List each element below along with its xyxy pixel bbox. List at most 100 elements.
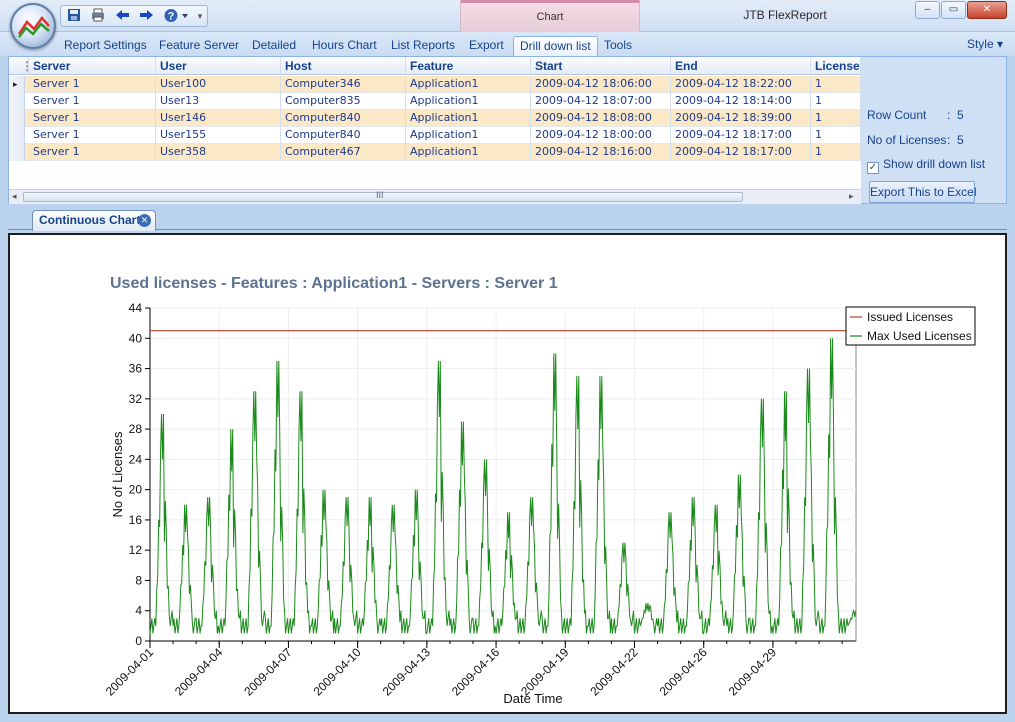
cell-start[interactable]: 2009-04-12 18:07:00 bbox=[531, 93, 671, 110]
tab-tools[interactable]: Tools bbox=[598, 36, 638, 56]
cell-feature[interactable]: Application1 bbox=[406, 110, 531, 127]
help-icon[interactable]: ? bbox=[163, 8, 191, 25]
show-drill-down-checkbox[interactable]: ✓ bbox=[867, 162, 879, 174]
title-bar: ? ▾ Chart JTB FlexReport – ▭ ✕ bbox=[0, 0, 1015, 32]
cell-start[interactable]: 2009-04-12 18:16:00 bbox=[531, 144, 671, 161]
maximize-button[interactable]: ▭ bbox=[941, 1, 966, 19]
row-selector[interactable] bbox=[9, 110, 25, 127]
tab-drill-down-list[interactable]: Drill down list bbox=[513, 36, 598, 56]
style-menu[interactable]: Style ▾ bbox=[967, 37, 1003, 51]
cell-license[interactable]: 1 bbox=[811, 127, 861, 144]
row-selector[interactable] bbox=[9, 127, 25, 144]
cell-license[interactable]: 1 bbox=[811, 76, 861, 93]
cell-start[interactable]: 2009-04-12 18:00:00 bbox=[531, 127, 671, 144]
tab-hours-chart[interactable]: Hours Chart bbox=[306, 36, 383, 56]
row-selector[interactable] bbox=[9, 93, 25, 110]
cell-start[interactable]: 2009-04-12 18:06:00 bbox=[531, 76, 671, 93]
scroll-left-icon[interactable]: ◂ bbox=[12, 191, 17, 202]
x-tick-label: 2009-04-10 bbox=[310, 645, 364, 699]
drill-down-panel: ⋮ Server User Host Feature Start End Lic… bbox=[8, 56, 1007, 204]
table-row[interactable]: Server 1 User358 Computer467 Application1 20… bbox=[9, 144, 861, 161]
license-count-label: No of Licenses bbox=[867, 133, 947, 147]
cell-license[interactable]: 1 bbox=[811, 110, 861, 127]
y-axis-label: No of Licenses bbox=[110, 431, 125, 517]
save-icon[interactable] bbox=[65, 8, 83, 25]
tab-continuous-chart-label: Continuous Chart bbox=[39, 213, 141, 227]
cell-license[interactable]: 1 bbox=[811, 93, 861, 110]
app-menu-button[interactable] bbox=[10, 3, 56, 49]
cell-end[interactable]: 2009-04-12 18:17:00 bbox=[671, 144, 811, 161]
cell-end[interactable]: 2009-04-12 18:14:00 bbox=[671, 93, 811, 110]
window-title: JTB FlexReport bbox=[743, 8, 827, 22]
cell-host[interactable]: Computer835 bbox=[281, 93, 406, 110]
cell-host[interactable]: Computer467 bbox=[281, 144, 406, 161]
cell-host[interactable]: Computer346 bbox=[281, 76, 406, 93]
table-row[interactable]: Server 1 User146 Computer840 Application1 20… bbox=[9, 110, 861, 127]
customize-icon[interactable]: ▾ bbox=[195, 8, 205, 25]
close-button[interactable]: ✕ bbox=[967, 1, 1007, 19]
cell-user[interactable]: User100 bbox=[156, 76, 281, 93]
column-header-host[interactable]: Host bbox=[281, 57, 406, 75]
show-drill-down-option[interactable]: ✓ Show drill down list bbox=[867, 157, 985, 174]
column-header-end[interactable]: End bbox=[671, 57, 811, 75]
tab-export[interactable]: Export bbox=[463, 36, 510, 56]
tab-continuous-chart[interactable]: Continuous Chart ✕ bbox=[32, 210, 156, 231]
row-selector[interactable]: ▸ bbox=[9, 76, 25, 93]
license-usage-chart: Used licenses - Features : Application1 … bbox=[103, 275, 976, 706]
tab-detailed[interactable]: Detailed bbox=[246, 36, 302, 56]
cell-host[interactable]: Computer840 bbox=[281, 110, 406, 127]
summary-panel: Row Count : 5 No of Licenses : 5 ✓ Show d… bbox=[867, 57, 1007, 203]
column-header-feature[interactable]: Feature bbox=[406, 57, 531, 75]
cell-feature[interactable]: Application1 bbox=[406, 76, 531, 93]
grid-horizontal-scrollbar[interactable]: ◂ III ▸ bbox=[9, 189, 861, 204]
cell-license[interactable]: 1 bbox=[811, 144, 861, 161]
cell-end[interactable]: 2009-04-12 18:22:00 bbox=[671, 76, 811, 93]
scrollbar-thumb[interactable]: III bbox=[23, 190, 743, 202]
y-tick-label: 0 bbox=[135, 634, 142, 648]
scroll-right-icon[interactable]: ▸ bbox=[849, 191, 854, 202]
back-arrow-icon[interactable] bbox=[113, 8, 131, 25]
cell-end[interactable]: 2009-04-12 18:39:00 bbox=[671, 110, 811, 127]
cell-start[interactable]: 2009-04-12 18:08:00 bbox=[531, 110, 671, 127]
close-tab-icon[interactable]: ✕ bbox=[138, 214, 151, 227]
row-selector[interactable] bbox=[9, 144, 25, 161]
tab-report-settings[interactable]: Report Settings bbox=[58, 36, 153, 56]
print-icon[interactable] bbox=[89, 8, 107, 25]
column-header-user[interactable]: User bbox=[156, 57, 281, 75]
tab-list-reports[interactable]: List Reports bbox=[385, 36, 461, 56]
cell-server[interactable]: Server 1 bbox=[29, 144, 156, 161]
cell-user[interactable]: User155 bbox=[156, 127, 281, 144]
cell-server[interactable]: Server 1 bbox=[29, 110, 156, 127]
cell-server[interactable]: Server 1 bbox=[29, 93, 156, 110]
y-tick-label: 12 bbox=[129, 543, 143, 557]
cell-feature[interactable]: Application1 bbox=[406, 93, 531, 110]
y-tick-label: 44 bbox=[129, 301, 143, 315]
y-tick-label: 32 bbox=[129, 392, 143, 406]
y-tick-label: 24 bbox=[129, 452, 143, 466]
x-tick-label: 2009-04-07 bbox=[241, 645, 295, 699]
cell-server[interactable]: Server 1 bbox=[29, 127, 156, 144]
column-header-server[interactable]: Server bbox=[29, 57, 156, 75]
cell-user[interactable]: User358 bbox=[156, 144, 281, 161]
cell-user[interactable]: User13 bbox=[156, 93, 281, 110]
row-count-separator: : bbox=[947, 108, 951, 122]
cell-end[interactable]: 2009-04-12 18:17:00 bbox=[671, 127, 811, 144]
y-tick-label: 20 bbox=[129, 483, 143, 497]
cell-host[interactable]: Computer840 bbox=[281, 127, 406, 144]
tab-feature-server[interactable]: Feature Server bbox=[153, 36, 245, 56]
legend-label: Issued Licenses bbox=[867, 310, 953, 324]
chart-title: Used licenses - Features : Application1 … bbox=[110, 275, 558, 292]
column-header-license[interactable]: License bbox=[811, 57, 861, 75]
x-tick-label: 2009-04-13 bbox=[380, 645, 434, 699]
cell-feature[interactable]: Application1 bbox=[406, 144, 531, 161]
cell-server[interactable]: Server 1 bbox=[29, 76, 156, 93]
minimize-button[interactable]: – bbox=[915, 1, 940, 19]
forward-arrow-icon[interactable] bbox=[137, 8, 155, 25]
table-row[interactable]: Server 1 User155 Computer840 Application1 20… bbox=[9, 127, 861, 144]
export-to-excel-button[interactable]: Export This to Excel bbox=[869, 181, 977, 203]
table-row[interactable]: Server 1 User13 Computer835 Application1 200… bbox=[9, 93, 861, 110]
cell-feature[interactable]: Application1 bbox=[406, 127, 531, 144]
table-row[interactable]: ▸ Server 1 User100 Computer346 Application1 2… bbox=[9, 76, 861, 93]
cell-user[interactable]: User146 bbox=[156, 110, 281, 127]
column-header-start[interactable]: Start bbox=[531, 57, 671, 75]
